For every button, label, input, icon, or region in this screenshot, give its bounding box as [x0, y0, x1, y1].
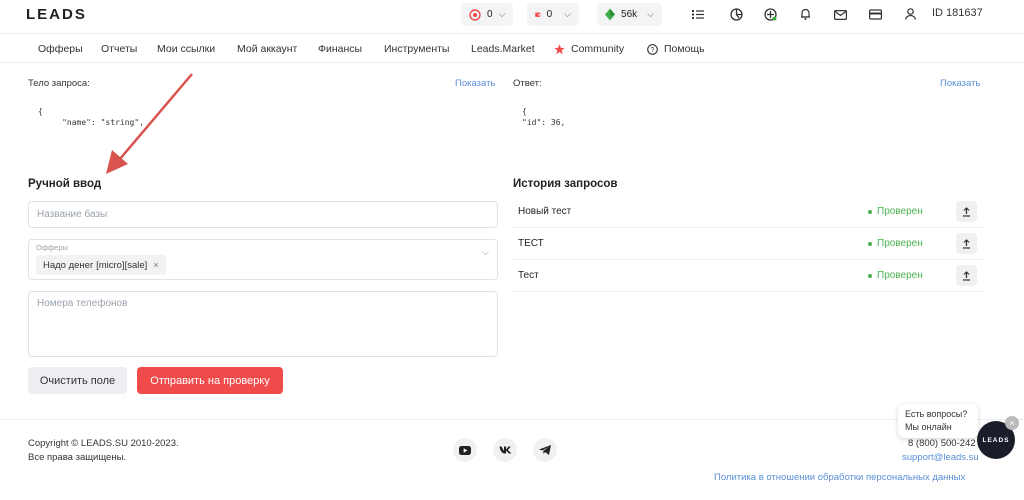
wallet-icon: [535, 12, 541, 17]
db-name-input[interactable]: Название базы: [28, 201, 498, 228]
chevron-down-icon[interactable]: ⌵: [482, 247, 489, 258]
stat-pill-wallet[interactable]: 0 ⌵: [527, 3, 579, 26]
download-icon: [963, 206, 970, 217]
mail-icon[interactable]: [833, 7, 847, 21]
stat-value: 0: [487, 9, 493, 20]
nav-item-tools[interactable]: Инструменты: [384, 43, 449, 55]
phones-textarea[interactable]: Номера телефонов: [28, 291, 498, 357]
nav-item-finance[interactable]: Финансы: [318, 43, 362, 55]
phones-placeholder: Номера телефонов: [37, 298, 128, 309]
target-icon: [469, 8, 481, 21]
table-row: Тест Проверен: [513, 260, 983, 292]
chevron-down-icon: ⌵: [647, 9, 654, 19]
status-dot: [868, 209, 872, 214]
db-name-placeholder: Название базы: [37, 209, 108, 220]
diamond-icon: [605, 8, 616, 21]
request-body-show-link[interactable]: Показать: [455, 78, 495, 89]
vk-icon: [499, 446, 511, 454]
status-badge: Проверен: [868, 270, 923, 281]
status-text: Проверен: [877, 206, 923, 217]
annotation-arrow: [106, 73, 193, 174]
footer-divider: [0, 419, 1024, 420]
nav-item-label: Помощь: [664, 43, 705, 55]
status-text: Проверен: [877, 238, 923, 249]
nav-item-community[interactable]: Community: [554, 43, 624, 55]
footer-rights: Все права защищены.: [28, 452, 127, 463]
footer-support-email[interactable]: support@leads.su: [902, 452, 979, 463]
history-title: История запросов: [513, 178, 618, 190]
chat-online: Мы онлайн: [905, 422, 952, 432]
user-icon[interactable]: [903, 7, 917, 21]
response-code: { "id": 36,: [522, 107, 566, 127]
top-bar: LEADS 0 ⌵ 0 ⌵ 56k ⌵ ID 181637: [0, 0, 1024, 30]
chevron-down-icon: ⌵: [498, 9, 506, 19]
download-icon: [963, 270, 970, 281]
download-button[interactable]: [956, 265, 977, 286]
chat-bubble[interactable]: Есть вопросы? Мы онлайн: [898, 404, 978, 438]
table-row: ТЕСТ Проверен: [513, 228, 983, 260]
close-icon[interactable]: ×: [1005, 416, 1019, 430]
history-name: Тест: [518, 270, 539, 281]
offers-label: Офферы: [36, 243, 68, 252]
gift-icon[interactable]: [763, 7, 777, 21]
response-show-link[interactable]: Показать: [940, 78, 980, 89]
status-dot: [868, 241, 872, 246]
history-name: ТЕСТ: [518, 238, 544, 249]
svg-text:?: ?: [651, 47, 655, 54]
offer-chip: Надо денег [micro][sale] ×: [36, 255, 166, 275]
telegram-button[interactable]: [533, 438, 557, 462]
help-icon: ?: [647, 43, 658, 55]
nav-item-my-account[interactable]: Мой аккаунт: [237, 43, 297, 55]
stat-value: 0: [546, 9, 553, 20]
download-button[interactable]: [956, 201, 977, 222]
download-icon: [963, 238, 970, 249]
status-badge: Проверен: [868, 238, 923, 249]
request-body-label: Тело запроса:: [28, 78, 90, 89]
main-nav: Офферы Отчеты Мои ссылки Мой аккаунт Фин…: [0, 33, 1024, 63]
star-icon: [554, 43, 565, 54]
footer-phone[interactable]: 8 (800) 500-242: [908, 438, 976, 449]
nav-item-help[interactable]: ? Помощь: [647, 43, 705, 55]
nav-item-my-links[interactable]: Мои ссылки: [157, 43, 215, 55]
footer-privacy-policy-link[interactable]: Политика в отношении обработки персональ…: [714, 472, 965, 483]
stat-value: 56k: [621, 9, 638, 20]
vk-button[interactable]: [493, 438, 517, 462]
stat-pill-balance[interactable]: 56k ⌵: [597, 3, 662, 26]
download-button[interactable]: [956, 233, 977, 254]
nav-item-reports[interactable]: Отчеты: [101, 43, 137, 55]
telegram-icon: [539, 445, 551, 455]
nav-item-leads-market[interactable]: Leads.Market: [471, 43, 535, 55]
offer-chip-label: Надо денег [micro][sale]: [43, 259, 148, 271]
table-row: Новый тест Проверен: [513, 196, 983, 228]
chevron-down-icon: ⌵: [564, 9, 571, 19]
chat-question: Есть вопросы?: [905, 409, 968, 419]
status-text: Проверен: [877, 270, 923, 281]
tasks-icon[interactable]: [691, 7, 705, 21]
status-dot: [868, 273, 872, 278]
card-icon[interactable]: [868, 7, 882, 21]
youtube-icon: [459, 445, 471, 455]
submit-button[interactable]: Отправить на проверку: [137, 367, 283, 394]
clear-button[interactable]: Очистить поле: [28, 367, 127, 394]
history-name: Новый тест: [518, 206, 572, 217]
status-badge: Проверен: [868, 206, 923, 217]
youtube-button[interactable]: [453, 438, 477, 462]
nav-item-label: Community: [571, 43, 625, 55]
user-id[interactable]: ID 181637: [932, 7, 983, 19]
footer-copyright: Copyright © LEADS.SU 2010-2023.: [28, 438, 179, 449]
manual-input-title: Ручной ввод: [28, 178, 102, 190]
nav-item-offers[interactable]: Офферы: [38, 43, 83, 55]
response-label: Ответ:: [513, 78, 542, 89]
offers-select[interactable]: Офферы Надо денег [micro][sale] × ⌵: [28, 239, 498, 280]
bell-icon[interactable]: [798, 7, 812, 21]
stats-pie-icon[interactable]: [729, 7, 743, 21]
close-icon[interactable]: ×: [153, 260, 158, 270]
logo[interactable]: LEADS: [26, 6, 87, 23]
stat-pill-clicks[interactable]: 0 ⌵: [461, 3, 514, 26]
